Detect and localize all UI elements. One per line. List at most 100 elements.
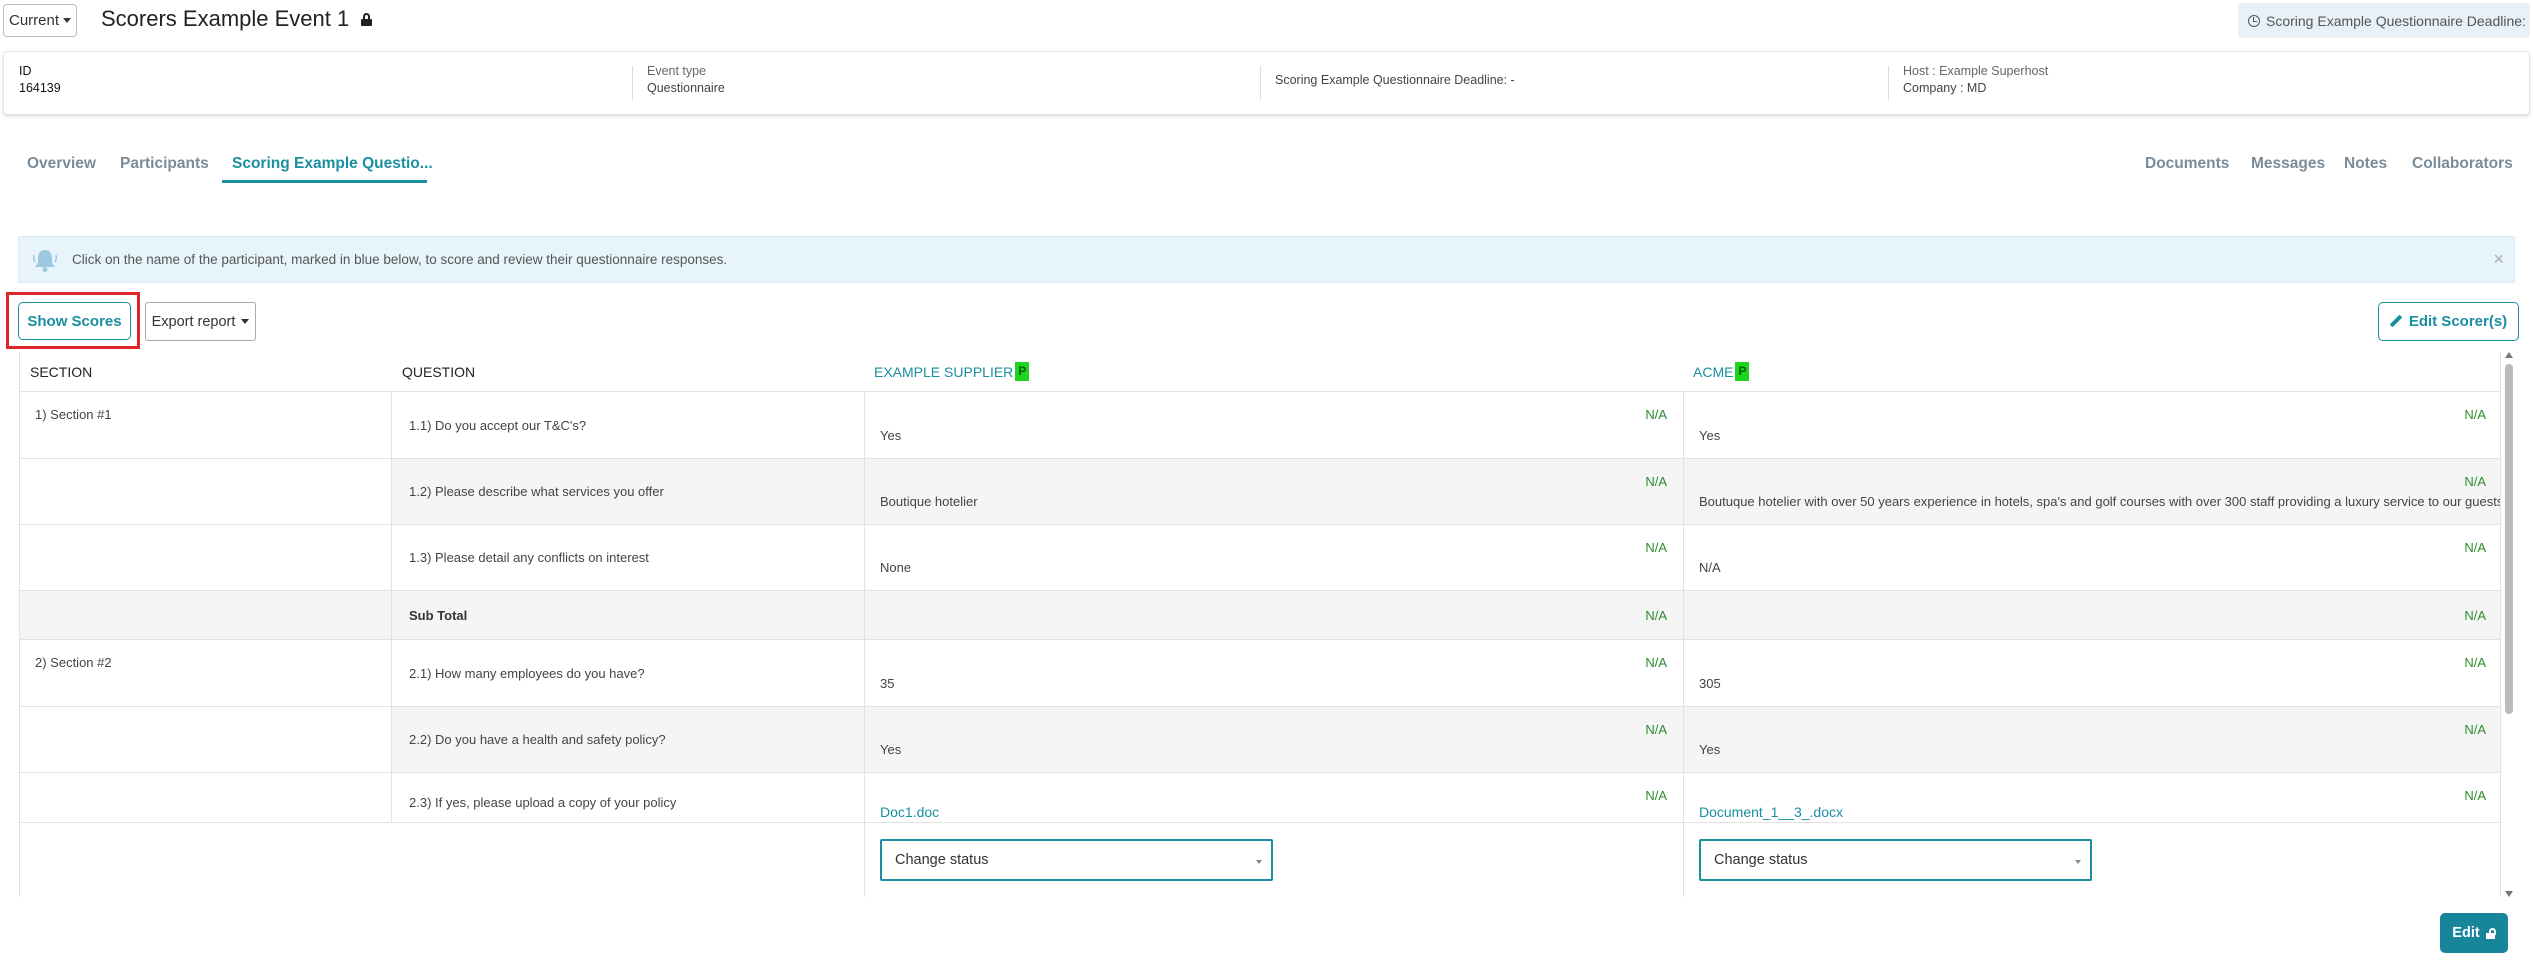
version-dropdown-label: Current [8,12,60,29]
section-cell-empty [20,591,391,639]
score-value: N/A [1645,407,1667,422]
caret-down-icon [2075,860,2081,864]
version-dropdown[interactable]: Current [3,4,77,37]
supplier-link-acme[interactable]: ACME [1693,364,1733,380]
event-title-text: Scorers Example Event 1 [101,6,350,31]
answer-text: N/A [1699,560,1721,575]
edit-button[interactable]: Edit [2440,913,2508,953]
export-report-dropdown[interactable]: Export report [145,302,256,341]
deadline-badge: Scoring Example Questionnaire Deadline: … [2238,3,2530,38]
tab-messages[interactable]: Messages [2251,155,2325,173]
answer-text: Yes [1699,428,1721,443]
answer-cell: N/A Boutique hotelier [864,459,1683,524]
score-value: N/A [1645,788,1667,803]
question-cell: 1.3) Please detail any conflicts on inte… [391,525,864,590]
subtotal-score: N/A [1645,608,1667,623]
score-value: N/A [1645,540,1667,555]
clock-icon [2248,14,2260,27]
column-header-question: QUESTION [402,363,476,380]
company-text: Company : MD [1903,81,1987,95]
answer-cell: N/A 305 [1683,640,2500,706]
info-alert: Click on the name of the participant, ma… [18,236,2515,283]
question-cell: 1.1) Do you accept our T&C's? [391,392,864,458]
answer-text: Boutique hotelier [880,494,978,509]
scores-table: SECTION QUESTION EXAMPLE SUPPLIER P ACME… [19,352,2501,897]
answer-cell: N/A Doc1.doc [864,773,1683,822]
show-scores-button[interactable]: Show Scores [18,302,131,340]
caret-down-icon [63,18,72,23]
scroll-up-arrow-icon[interactable] [2505,352,2513,358]
score-value: N/A [1645,655,1667,670]
score-value: N/A [2464,540,2486,555]
table-row: 2.3) If yes, please upload a copy of you… [20,772,2500,822]
score-value: N/A [1645,474,1667,489]
tab-participants[interactable]: Participants [120,155,209,173]
event-id-label: ID [19,64,32,78]
host-text: Host : Example Superhost [1903,64,2049,78]
divider [1260,66,1261,100]
score-value: N/A [2464,788,2486,803]
unlock-icon [2485,927,2496,939]
answer-text: Yes [1699,742,1721,757]
answer-cell: N/A N/A [1683,525,2500,590]
divider [1888,66,1889,100]
score-value: N/A [2464,722,2486,737]
question-cell: 1.2) Please describe what services you o… [391,459,864,524]
tab-collaborators[interactable]: Collaborators [2412,155,2513,173]
score-value: N/A [1645,722,1667,737]
page-title: Scorers Example Event 1 [101,6,373,32]
subtotal-cell: N/A [864,591,1683,639]
event-id-value: 164139 [19,81,61,95]
lock-icon [361,12,373,26]
caret-down-icon [241,319,250,324]
answer-cell: N/A 35 [864,640,1683,706]
scroll-down-arrow-icon[interactable] [2505,891,2513,897]
answer-text: Boutuque hotelier with over 50 years exp… [1699,494,2501,509]
tab-documents[interactable]: Documents [2145,155,2229,173]
answer-text: 305 [1699,676,1721,691]
table-row: 2) Section #2 2.1) How many employees do… [20,639,2500,706]
edit-scorers-label: Edit Scorer(s) [2408,313,2508,330]
bell-icon [32,250,58,272]
tab-overview[interactable]: Overview [27,155,96,173]
change-status-label: Change status [895,852,989,868]
pencil-icon [2390,316,2401,327]
participant-badge: P [1735,362,1750,381]
document-link[interactable]: Doc1.doc [880,804,939,820]
score-value: N/A [2464,407,2486,422]
question-cell: 2.2) Do you have a health and safety pol… [391,707,864,772]
host-block: Host : Example Superhost Company : MD [1903,63,2048,97]
participant-badge: P [1015,362,1030,381]
answer-text: Yes [880,428,902,443]
table-scrollbar[interactable] [2503,352,2515,897]
close-icon[interactable]: × [2493,249,2504,270]
event-type-label: Event type [647,64,707,78]
deadline-text: Scoring Example Questionnaire Deadline: … [1275,73,1515,87]
tab-notes[interactable]: Notes [2344,155,2387,173]
question-cell: 2.1) How many employees do you have? [391,640,864,706]
answer-cell: N/A None [864,525,1683,590]
deadline-badge-text: Scoring Example Questionnaire Deadline: … [2266,12,2530,29]
change-status-select-supplier-1[interactable]: Change status [880,839,1273,881]
column-header-supplier-1: EXAMPLE SUPPLIER P [874,352,1030,391]
answer-text: Yes [880,742,902,757]
change-status-select-supplier-2[interactable]: Change status [1699,839,2092,881]
edit-scorers-button[interactable]: Edit Scorer(s) [2378,302,2519,341]
question-cell: 2.3) If yes, please upload a copy of you… [391,773,864,822]
document-link[interactable]: Document_1__3_.docx [1699,804,1843,820]
score-value: N/A [2464,474,2486,489]
column-header-supplier-2: ACME P [1693,352,1750,391]
answer-cell: N/A Document_1__3_.docx [1683,773,2500,822]
event-id-block: ID 164139 [19,63,61,97]
answer-cell: N/A Yes [1683,392,2500,458]
score-value: N/A [2464,655,2486,670]
scrollbar-thumb[interactable] [2505,364,2513,714]
answer-text: None [880,560,912,575]
table-row: 1) Section #1 1.1) Do you accept our T&C… [20,391,2500,458]
section-label: 1) Section #1 [35,407,112,422]
supplier-link-example-supplier[interactable]: EXAMPLE SUPPLIER [874,364,1013,380]
alert-text: Click on the name of the participant, ma… [72,252,728,267]
event-info-card: ID 164139 Event type Questionnaire Scori… [3,51,2530,115]
tab-scoring-questionnaire[interactable]: Scoring Example Questio... [232,155,433,173]
change-status-label: Change status [1714,852,1808,868]
